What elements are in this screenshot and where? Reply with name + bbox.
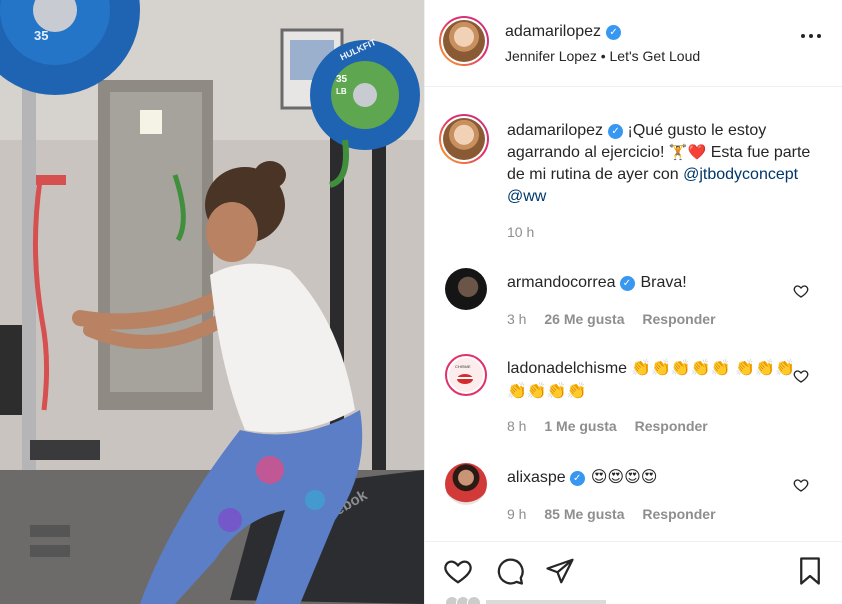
heart-icon[interactable] [443,556,473,586]
reply-button[interactable]: Responder [635,418,708,434]
comment-meta: 3 h 26 Me gusta Responder [507,311,730,327]
comment-body: 😍😍😍😍 [590,469,658,486]
comment-icon[interactable] [495,556,525,586]
comment-meta: 9 h 85 Me gusta Responder [507,506,730,522]
comment-heart-icon[interactable] [793,283,809,299]
liked-by-preview [445,596,745,604]
verified-badge-icon: ✓ [569,471,585,486]
caption-text: adamarilopez ✓ ¡Qué gusto le estoy agarra… [507,120,827,208]
commenter-username[interactable]: ladonadelchisme [507,360,627,377]
post-video-frame: 35 HULKFIT 35 LB Reebok [0,0,424,604]
commenter-username[interactable]: armandocorrea [507,274,616,291]
comment-time[interactable]: 3 h [507,311,526,327]
author-username[interactable]: adamarilopez ✓ [505,23,622,41]
verified-badge-icon: ✓ [606,25,622,40]
plate-unit-text: LB [336,87,347,96]
reply-button[interactable]: Responder [642,506,715,522]
caption-author-username[interactable]: adamarilopez [507,122,603,139]
comment-time[interactable]: 8 h [507,418,526,434]
post-detail-panel: adamarilopez ✓ Jennifer Lopez • Let's Get… [424,0,842,604]
comment-item: armandocorrea ✓ Brava! 3 h 26 Me gusta Res… [425,268,842,348]
post-media[interactable]: 35 HULKFIT 35 LB Reebok [0,0,424,604]
caption-timestamp[interactable]: 10 h [507,224,534,240]
commenter-avatar[interactable]: CHISME [445,354,487,396]
plate-weight-right-text: 35 [336,74,348,85]
comment-text: armandocorrea ✓ Brava! [507,271,797,294]
comment-heart-icon[interactable] [793,368,809,384]
caption-emojis: 🏋️❤️ [668,144,707,161]
commenter-avatar[interactable] [445,268,487,310]
comment-like-count[interactable]: 1 Me gusta [544,418,616,434]
comment-item: CHISME ladonadelchisme 👏👏👏👏👏 👏👏👏👏👏👏👏 8 h … [425,354,842,434]
comment-heart-icon[interactable] [793,477,809,493]
mention-link[interactable]: @jtbodyconcept [683,166,798,183]
post-header: adamarilopez ✓ Jennifer Lopez • Let's Get… [425,0,842,87]
comment-item: alixaspe ✓ 😍😍😍😍 9 h 85 Me gusta Responder [425,463,842,543]
audio-track-link[interactable]: Jennifer Lopez • Let's Get Loud [505,48,700,64]
comment-like-count[interactable]: 26 Me gusta [544,311,624,327]
caption-author-avatar[interactable] [439,114,489,164]
reply-button[interactable]: Responder [642,311,715,327]
comment-like-count[interactable]: 85 Me gusta [544,506,624,522]
plate-weight-text: 35 [34,28,48,43]
author-username-text[interactable]: adamarilopez [505,23,601,40]
comment-time[interactable]: 9 h [507,506,526,522]
verified-badge-icon: ✓ [619,276,635,291]
comment-meta: 8 h 1 Me gusta Responder [507,418,722,434]
share-icon[interactable] [545,556,575,586]
mention-link[interactable]: @ww [507,188,546,205]
post-action-bar [425,541,842,604]
comment-body: Brava! [640,274,687,291]
commenter-username[interactable]: alixaspe [507,469,566,486]
svg-text:CHISME: CHISME [455,364,471,369]
verified-badge-icon: ✓ [608,124,624,139]
more-options-icon[interactable] [801,34,821,40]
comment-text: alixaspe ✓ 😍😍😍😍 [507,466,797,489]
author-avatar[interactable] [439,16,489,66]
comment-text: ladonadelchisme 👏👏👏👏👏 👏👏👏👏👏👏👏 [507,357,797,403]
bookmark-icon[interactable] [795,556,825,586]
commenter-avatar[interactable] [445,463,487,505]
